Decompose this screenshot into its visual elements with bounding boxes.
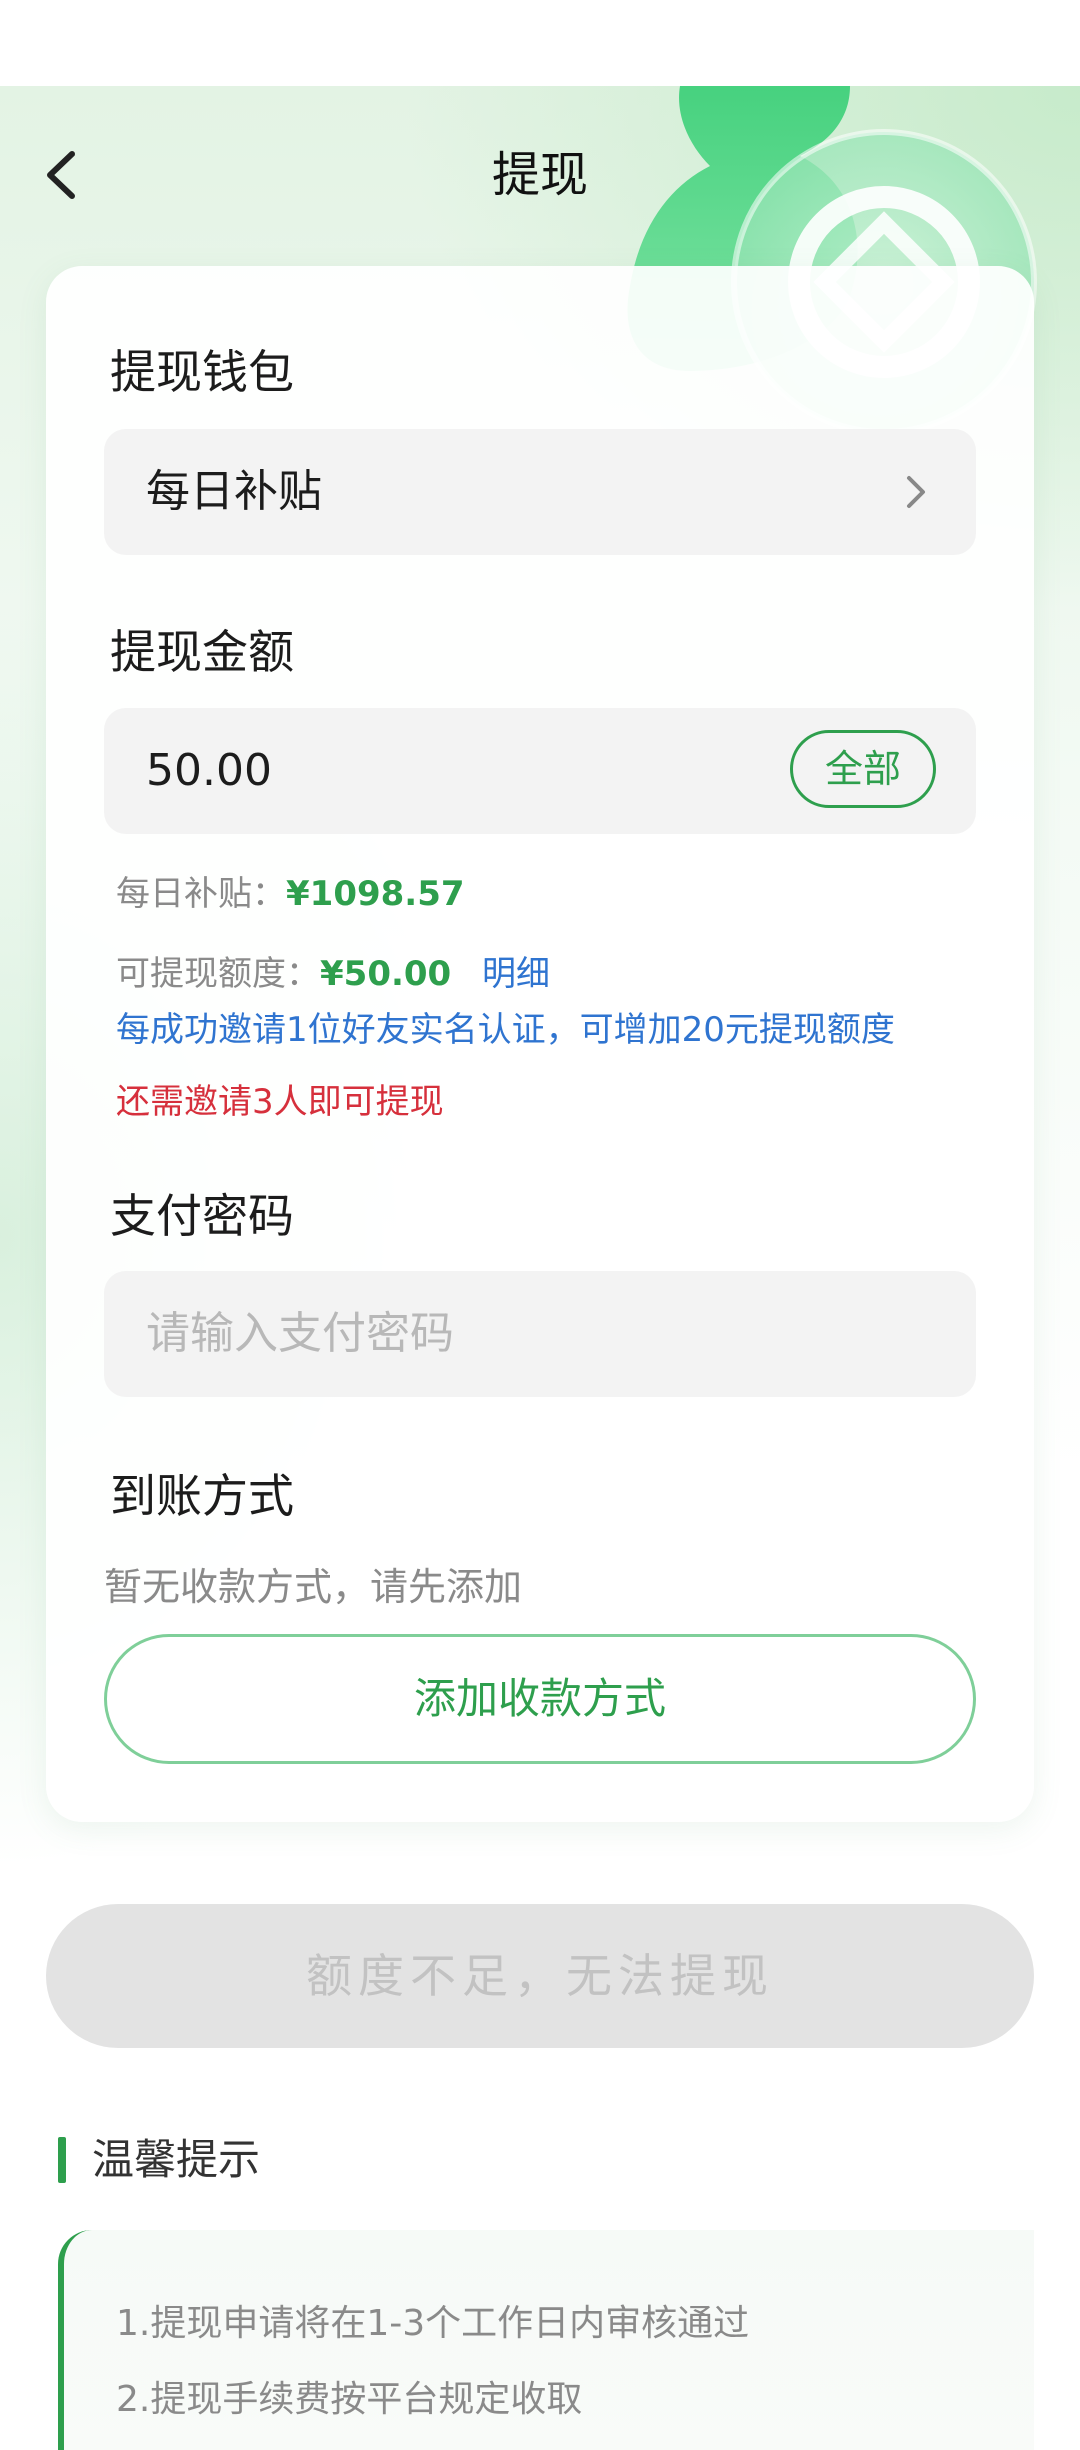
payout-empty-text: 暂无收款方式，请先添加 <box>104 1565 523 1609</box>
quota-label: 可提现额度： <box>116 954 320 994</box>
wallet-selector[interactable]: 每日补贴 <box>104 429 976 555</box>
password-input[interactable]: 请输入支付密码 <box>146 1271 454 1397</box>
amount-input[interactable]: 50.00 <box>146 708 272 834</box>
tip-item: 2.提现手续费按平台规定收取 <box>116 2379 583 2420</box>
password-field[interactable]: 请输入支付密码 <box>104 1271 976 1397</box>
quota-line: 可提现额度：¥50.00 明细 <box>116 946 550 995</box>
balance-label: 每日补贴： <box>116 874 286 914</box>
remaining-invite-hint: 还需邀请3人即可提现 <box>116 1082 444 1122</box>
wallet-label: 提现钱包 <box>110 345 294 399</box>
invite-hint: 每成功邀请1位好友实名认证，可增加20元提现额度 <box>116 1010 895 1050</box>
tips-box: 1.提现申请将在1-3个工作日内审核通过 2.提现手续费按平台规定收取 <box>58 2230 1034 2450</box>
quota-detail-link[interactable]: 明细 <box>482 954 550 994</box>
chevron-right-icon <box>907 476 925 508</box>
tips-title: 温馨提示 <box>92 2135 261 2184</box>
tips-accent-bar <box>58 2137 66 2183</box>
amount-label: 提现金额 <box>110 625 294 679</box>
password-label: 支付密码 <box>110 1189 294 1243</box>
balance-line: 每日补贴：¥1098.57 <box>116 866 465 915</box>
tip-item: 1.提现申请将在1-3个工作日内审核通过 <box>116 2303 750 2344</box>
withdraw-submit-button[interactable]: 额度不足，无法提现 <box>46 1904 1034 2048</box>
payout-label: 到账方式 <box>110 1469 294 1523</box>
wallet-value: 每日补贴 <box>146 466 322 517</box>
quota-value: ¥50.00 <box>320 954 452 994</box>
amount-field[interactable]: 50.00 全部 <box>104 708 976 834</box>
add-payout-method-button[interactable]: 添加收款方式 <box>104 1634 976 1764</box>
withdraw-all-button[interactable]: 全部 <box>790 730 936 808</box>
balance-value: ¥1098.57 <box>286 874 465 914</box>
page-title: 提现 <box>491 147 588 203</box>
